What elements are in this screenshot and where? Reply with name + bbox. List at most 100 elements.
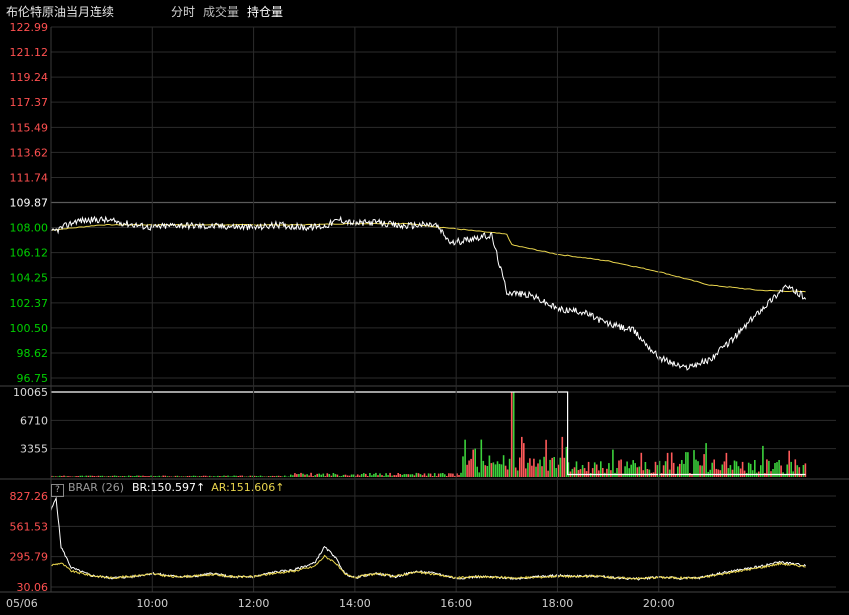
brar-tick-label: 827.26 (10, 490, 49, 503)
volume-bar (403, 474, 406, 477)
open-interest-line (51, 391, 806, 476)
volume-bar (332, 473, 335, 477)
volume-bar (474, 448, 476, 477)
volume-bar (322, 473, 325, 477)
volume-bar (296, 474, 298, 477)
volume-bar (259, 475, 262, 477)
volume-bar (358, 475, 361, 477)
volume-bar (57, 476, 59, 477)
volume-bar (63, 475, 65, 477)
volume-bar (219, 476, 221, 477)
volume-bar (202, 475, 205, 477)
volume-bar (454, 475, 456, 477)
volume-bar (87, 475, 90, 477)
volume-bar (65, 476, 67, 477)
volume-bar (577, 470, 580, 477)
volume-bar (91, 475, 94, 477)
indicator-name[interactable]: BRAR (26) (68, 481, 124, 494)
volume-bar (190, 476, 193, 477)
volume-bar (255, 476, 258, 477)
volume-bar (365, 473, 367, 477)
volume-bar (360, 474, 363, 477)
volume-bar (207, 476, 209, 477)
volume-bar (721, 464, 724, 477)
volume-bar (117, 476, 120, 477)
volume-bar (318, 473, 320, 477)
volume-bar (304, 474, 306, 477)
volume-bar (796, 465, 799, 477)
volume-bar (391, 475, 393, 477)
volume-bar (527, 462, 529, 477)
volume-bar (662, 465, 665, 477)
volume-bar (269, 476, 272, 477)
volume-bar (328, 474, 331, 477)
volume-bar (431, 476, 434, 477)
volume-bar (437, 473, 440, 477)
volume-bar (211, 476, 213, 477)
volume-bar (502, 455, 505, 477)
volume-bar (217, 475, 219, 477)
volume-bar (154, 476, 156, 477)
volume-bar (514, 467, 517, 477)
volume-bar (194, 475, 197, 477)
volume-bar (243, 476, 246, 477)
volume-bar (602, 468, 604, 477)
volume-bar (89, 475, 92, 477)
price-line (51, 215, 807, 371)
volume-bar (176, 475, 179, 477)
volume-bar (458, 475, 460, 477)
volume-bar (636, 467, 639, 477)
volume-bar (387, 475, 389, 477)
volume-bar (170, 476, 173, 477)
intraday-chart: 122.99 121.12 119.24 117.37 115.49 113.62 111.… (0, 21, 849, 610)
volume-bar (512, 392, 515, 477)
volume-bar (516, 470, 519, 477)
volume-bar (115, 475, 118, 477)
volume-tick-label: 6710 (20, 414, 48, 427)
volume-bar (375, 472, 377, 477)
volume-bar (71, 476, 73, 477)
volume-bar (571, 468, 574, 477)
volume-bar (61, 476, 63, 477)
volume-bar (338, 476, 341, 477)
volume-bar (462, 456, 464, 477)
volume-bar (184, 476, 187, 477)
volume-bar (273, 476, 276, 477)
volume-bar (529, 458, 531, 477)
volume-bar (389, 472, 391, 477)
volume-bar (666, 452, 669, 477)
volume-bar (446, 476, 448, 477)
volume-bar (450, 473, 452, 477)
volume-bar (743, 470, 746, 477)
volume-bar (126, 476, 128, 477)
volume-bar (452, 473, 454, 477)
volume-bar (729, 465, 732, 477)
volume-bar (409, 474, 412, 477)
indicator-help-button[interactable]: ? (51, 484, 64, 497)
volume-bar (306, 474, 308, 477)
volume-bar (693, 450, 695, 477)
volume-bar (275, 475, 278, 477)
volume-bar (727, 468, 730, 477)
volume-bar (383, 475, 385, 477)
volume-bar (298, 474, 300, 477)
volume-bar (719, 470, 722, 477)
volume-bar (591, 468, 594, 477)
volume-bar (429, 473, 432, 477)
volume-bar (251, 475, 254, 477)
volume-bar (565, 446, 568, 477)
volume-bar (504, 465, 507, 477)
volume-bar (537, 463, 539, 477)
brar-tick-label: 295.79 (10, 551, 49, 564)
volume-bar (330, 475, 333, 477)
volume-bar (423, 473, 426, 477)
volume-bar (363, 473, 365, 477)
volume-bar (395, 475, 397, 477)
volume-bar (324, 476, 327, 477)
volume-bar (523, 443, 525, 477)
volume-bar (630, 464, 632, 477)
volume-bar (209, 475, 211, 477)
volume-tick-label: 3355 (20, 443, 48, 456)
volume-bar (788, 450, 790, 477)
volume-bar (535, 466, 537, 477)
